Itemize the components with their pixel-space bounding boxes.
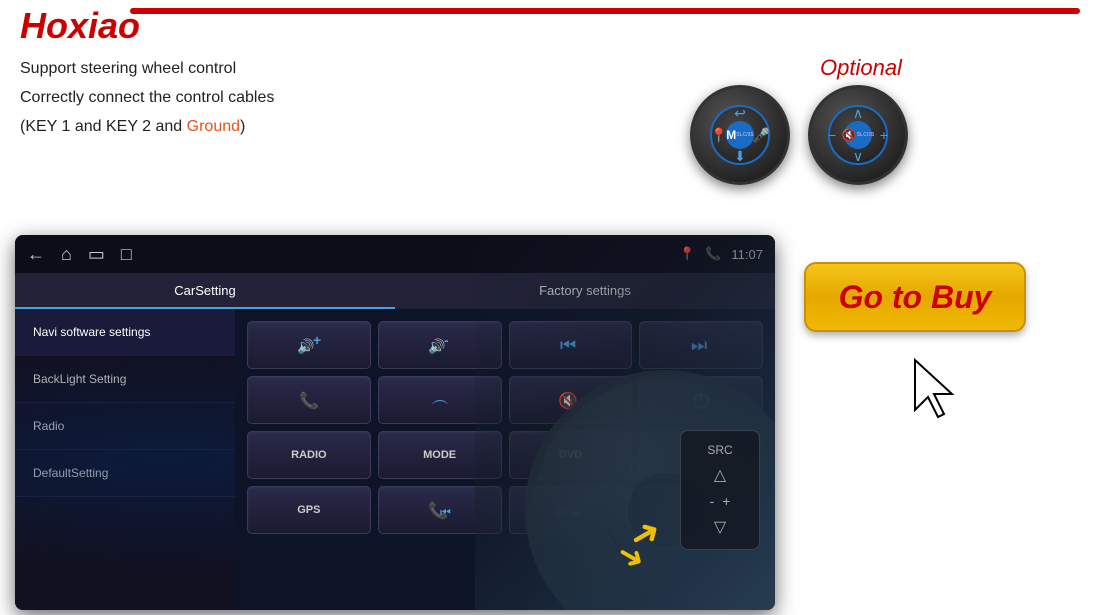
svg-text:⏭: ⏭ [691,335,707,355]
wheel-btn-up[interactable]: △ [714,465,726,485]
desc-line3-highlight: Ground [187,118,240,135]
btn-gps[interactable]: GPS [247,486,371,534]
tab-carsetting[interactable]: CarSetting [15,273,395,309]
btn-vol-down[interactable]: 🔊- [378,321,502,369]
btn-vol-up[interactable]: 🔊+ [247,321,371,369]
btn-call-end[interactable] [378,376,502,424]
btn-top-left: ↩ [734,105,746,122]
brand-logo: Hoxiao [20,5,140,47]
window-icon[interactable]: ▭ [88,244,105,265]
screen-tabs: CarSetting Factory settings [15,273,775,309]
clock: 11:07 [731,247,763,262]
btn-next[interactable]: ⏭ [639,321,763,369]
screen-topbar: ← ⌂ ▭ □ 📍 📞 11:07 [15,235,775,273]
ctrl-inner-right: ∧ − 🔇 SLC/3S + ∨ [828,105,888,165]
wheel-control-buttons: SRC △ - + ▽ [680,430,760,550]
wheel-btn-minus[interactable]: - [710,493,715,509]
ctrl-inner-left: ↩ 📍 M SLC/3S 🎤 ⬇ [710,105,770,165]
menu-item-navi[interactable]: Navi software settings [15,309,235,356]
optional-label: Optional [820,55,902,81]
btn-call-accept[interactable]: 📞 [247,376,371,424]
resize-icon[interactable]: □ [121,244,132,265]
menu-item-default[interactable]: DefaultSetting [15,450,235,497]
svg-text:🔊: 🔊 [428,337,445,355]
optional-controls: ↩ 📍 M SLC/3S 🎤 ⬇ ∧ − 🔇 SLC/3S + ∨ [690,85,908,185]
steering-ctrl-left[interactable]: ↩ 📍 M SLC/3S 🎤 ⬇ [690,85,790,185]
back-icon[interactable]: ← [27,244,45,265]
desc-line-1: Support steering wheel control [20,55,274,84]
steering-ctrl-right[interactable]: ∧ − 🔇 SLC/3S + ∨ [808,85,908,185]
go-to-buy-button[interactable]: Go to Buy [804,262,1026,332]
svg-text:+: + [313,335,321,348]
btn-right-left: 🎤 [753,127,770,144]
menu-item-radio[interactable]: Radio [15,403,235,450]
screen-menu: Navi software settings BackLight Setting… [15,309,235,610]
wheel-btn-src[interactable]: SRC [707,443,732,457]
screen-status: 📍 📞 11:07 [679,246,763,262]
btn-mode[interactable]: MODE [378,431,502,479]
svg-text:⏮: ⏮ [440,505,451,519]
tab-factory-settings[interactable]: Factory settings [395,273,775,309]
wheel-btn-row: - + [710,493,731,509]
wheel-btn-plus[interactable]: + [722,493,730,509]
btn-left-right: − [828,127,836,143]
description-block: Support steering wheel control Correctly… [20,55,274,141]
desc-line-3: (KEY 1 and KEY 2 and Ground) [20,113,274,142]
go-to-buy-label: Go to Buy [839,279,992,316]
menu-item-backlight[interactable]: BackLight Setting [15,356,235,403]
center-btn-right[interactable]: 🔇 SLC/3S [844,121,872,149]
desc-line3-suffix: ) [240,118,245,135]
btn-top-right: ∧ [853,105,863,122]
btn-prev[interactable]: ⏮ [509,321,633,369]
top-bar [130,8,1080,14]
btn-bottom-left: ⬇ [734,148,746,165]
svg-text:📞: 📞 [299,390,319,410]
center-btn-left[interactable]: M SLC/3S [726,121,754,149]
btn-right-right: + [880,127,888,143]
btn-radio[interactable]: RADIO [247,431,371,479]
svg-text:🔊: 🔊 [297,337,314,355]
btn-prev-track[interactable]: 📞 ⏮ [378,486,502,534]
phone-icon: 📞 [705,246,721,262]
car-screen: ← ⌂ ▭ □ 📍 📞 11:07 CarSetting Factory set… [15,235,775,610]
wheel-btn-down[interactable]: ▽ [714,517,726,537]
gps-icon: 📍 [679,246,695,262]
svg-text:⏮: ⏮ [560,335,576,355]
btn-bottom-right: ∨ [853,148,863,165]
desc-line-2: Correctly connect the control cables [20,84,274,113]
home-icon[interactable]: ⌂ [61,244,72,265]
svg-text:-: - [444,335,449,348]
desc-line3-prefix: (KEY 1 and KEY 2 and [20,118,187,135]
btn-left-left: 📍 [710,127,727,144]
